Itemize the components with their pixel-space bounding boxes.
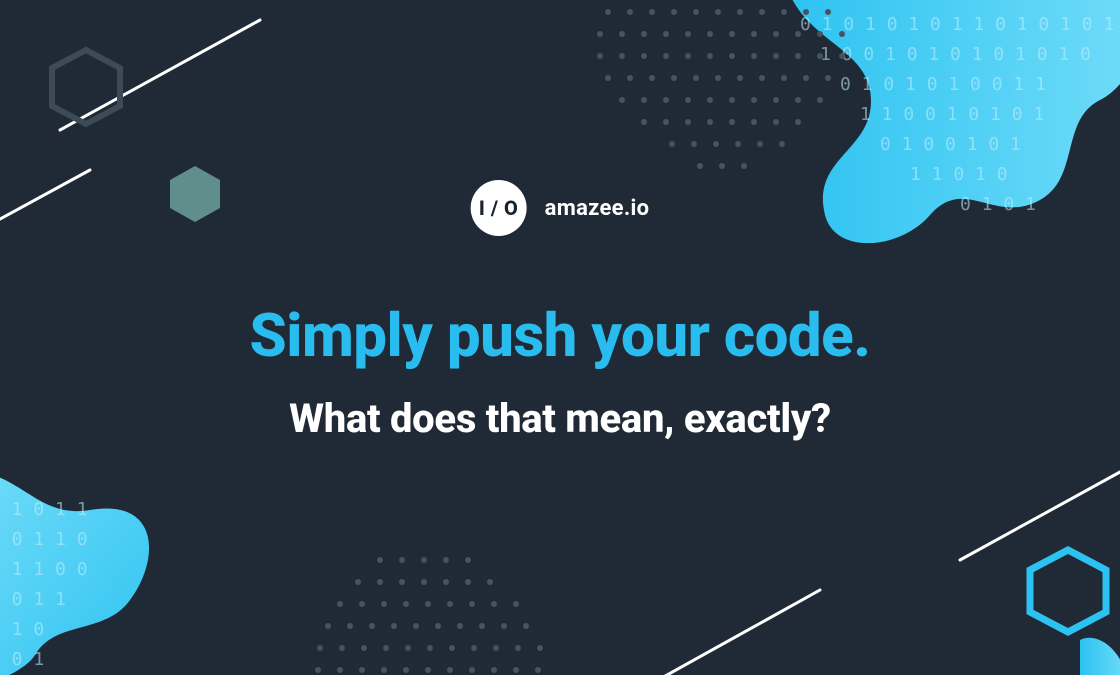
- svg-text:1 1 0 1 0: 1 1 0 1 0: [910, 164, 1008, 185]
- svg-text:0 1 0 1 0 1 0 1 1 0 1 0 1 0 1: 0 1 0 1 0 1 0 1 1 0 1 0 1 0 1: [800, 14, 1114, 35]
- svg-text:0 1 0: 0 1 0: [0, 619, 44, 640]
- brand-name: amazee.io: [545, 196, 650, 221]
- dot-cluster-bottom-icon: [315, 557, 543, 673]
- svg-text:1 1 0 0 1 0 1 0 1: 1 1 0 0 1 0 1 0 1: [860, 104, 1044, 125]
- diagonal-line-top-left-icon: [60, 20, 260, 130]
- brand-badge-icon: I / O: [471, 180, 527, 236]
- svg-text:0 1 1 0 0: 0 1 1 0 0: [0, 559, 88, 580]
- svg-text:0 1 0 1 0 1 0 0 1 1: 0 1 0 1 0 1 0 0 1 1: [840, 74, 1046, 95]
- svg-text:1 0 1 1: 1 0 1 1: [0, 589, 66, 610]
- diagonal-line-bottom-center-icon: [640, 590, 820, 675]
- wave-blob-bottom-right-corner-icon: [1080, 638, 1120, 675]
- svg-text:1 0 0 1 0 1 0 1 0 1 0 1 0: 1 0 0 1 0 1 0 1 0 1 0 1 0: [820, 44, 1091, 65]
- promo-canvas: 0 1 0 1 0 1 0 1 1 0 1 0 1 0 1 1 0 0 1 0 …: [0, 0, 1120, 675]
- diagonal-line-top-left-short-icon: [0, 170, 90, 230]
- brand-badge-text: I / O: [479, 196, 518, 220]
- svg-text:0 1 0 0 1 0 1: 0 1 0 0 1 0 1: [880, 134, 1021, 155]
- wave-blob-bottom-left-icon: 0 1 0 1 1 1 0 1 1 0 0 1 1 0 0 1 0 1 1 0 …: [0, 469, 149, 675]
- svg-text:1 0 1 1 0: 1 0 1 1 0: [0, 529, 88, 550]
- svg-text:0 1 0 1: 0 1 0 1: [960, 194, 1036, 215]
- svg-text:1 0 1: 1 0 1: [0, 649, 44, 670]
- diagonal-line-bottom-right-icon: [960, 450, 1120, 560]
- dot-cluster-top-icon: [580, 0, 860, 175]
- dot-cluster-top-explicit-icon: [597, 0, 845, 169]
- svg-text:0 1 0 1 1: 0 1 0 1 1: [0, 499, 88, 520]
- hexagon-outline-cyan-icon: [1030, 550, 1106, 632]
- subhead-text: What does that mean, exactly?: [289, 395, 831, 442]
- headline-text: Simply push your code.: [250, 300, 871, 371]
- hexagon-filled-teal-icon: [170, 166, 220, 222]
- wave-blob-top-right-icon: 0 1 0 1 0 1 0 1 1 0 1 0 1 0 1 1 0 0 1 0 …: [780, 0, 1120, 243]
- brand-row: I / O amazee.io: [471, 180, 650, 236]
- hexagon-outline-top-left-icon: [52, 50, 120, 124]
